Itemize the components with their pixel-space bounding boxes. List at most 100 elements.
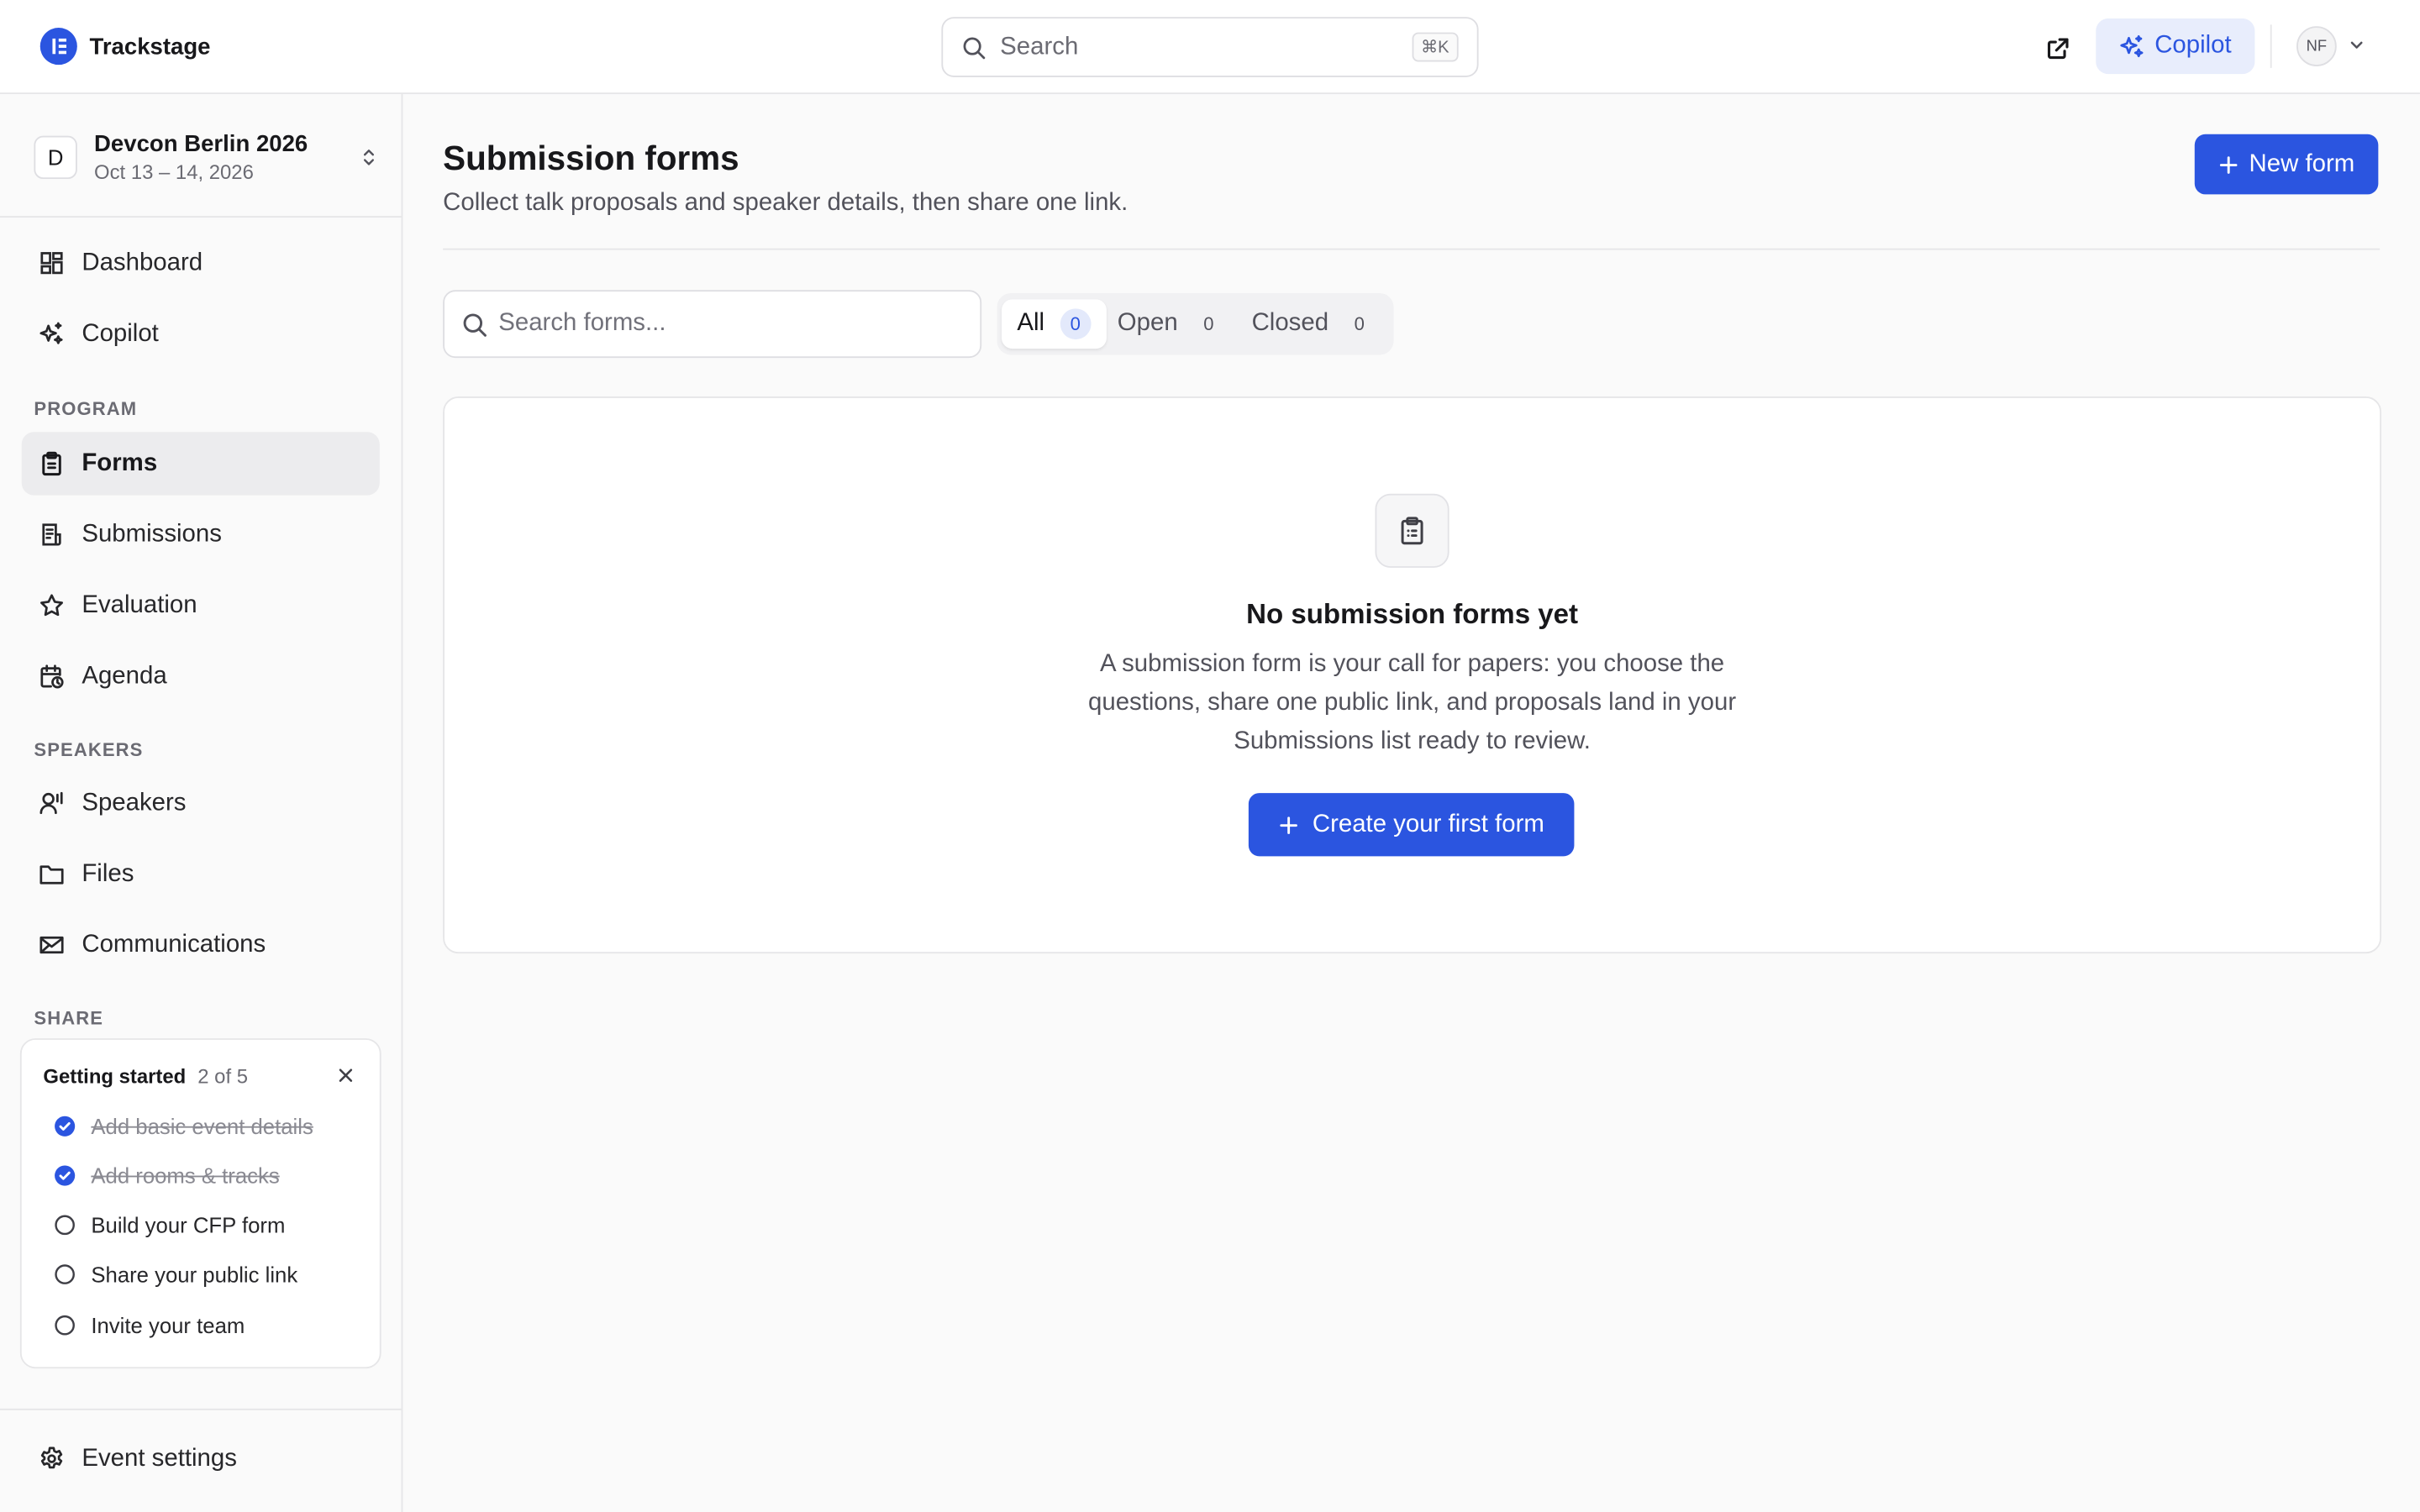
sidebar-item-label: Evaluation [82, 591, 197, 618]
sidebar-item-label: Forms [82, 449, 158, 476]
tab-label: Open [1117, 310, 1178, 337]
sidebar-item-agenda[interactable]: Agenda [22, 645, 380, 708]
empty-state-title: No submission forms yet [1246, 598, 1579, 630]
plus-icon [2220, 155, 2238, 173]
mail-send-icon [39, 936, 64, 954]
new-form-button[interactable]: New form [2194, 134, 2379, 195]
forms-search-input[interactable] [498, 310, 946, 339]
brand[interactable]: Trackstage [39, 28, 211, 66]
global-search-placeholder: Search [1000, 33, 1079, 60]
section-label-share: SHARE [34, 1007, 104, 1030]
empty-circle-icon [55, 1315, 75, 1336]
empty-circle-icon [55, 1215, 75, 1236]
check-circle-icon [55, 1116, 76, 1137]
empty-circle-icon [55, 1264, 75, 1284]
checklist-item[interactable]: Add rooms & tracks [54, 1163, 280, 1189]
sidebar-item-evaluation[interactable]: Evaluation [22, 574, 380, 637]
checklist-item-label: Share your public link [91, 1262, 298, 1287]
getting-started-card: Getting started 2 of 5 Add basic event d… [19, 1038, 381, 1369]
star-icon [40, 594, 63, 617]
clipboard-icon [1401, 517, 1423, 545]
sidebar-item-copilot[interactable]: Copilot [22, 302, 380, 365]
section-label-program: PROGRAM [34, 397, 138, 420]
sidebar-item-event-settings[interactable]: Event settings [22, 1427, 380, 1490]
chevron-up-down-icon [363, 150, 374, 165]
plus-icon [1281, 816, 1298, 834]
checklist-item[interactable]: Invite your team [54, 1313, 245, 1337]
page-subtitle: Collect talk proposals and speaker detai… [443, 189, 1128, 217]
getting-started-title: Getting started [43, 1064, 187, 1088]
sidebar-item-forms[interactable]: Forms [21, 432, 380, 496]
tab-count-badge: 0 [1060, 308, 1092, 340]
event-badge: D [34, 135, 77, 180]
tab-label: All [1017, 310, 1045, 337]
getting-started-progress: 2 of 5 [197, 1064, 249, 1088]
sidebar-item-speakers[interactable]: Speakers [22, 771, 380, 834]
clipboard-icon [42, 451, 61, 476]
check-circle-icon [55, 1165, 76, 1186]
section-label-speakers: SPEAKERS [34, 738, 144, 761]
user-voice-icon [39, 791, 63, 815]
top-bar: Trackstage Search ⌘K Copilot NF [0, 0, 2420, 95]
new-form-button-label: New form [2249, 150, 2355, 177]
open-public-page-button[interactable] [2037, 28, 2077, 68]
getting-started-header: Getting started 2 of 5 [43, 1064, 248, 1088]
checklist-item[interactable]: Add basic event details [54, 1114, 313, 1138]
search-shortcut-badge: ⌘K [1411, 32, 1459, 62]
sparkles-icon [2120, 34, 2144, 57]
event-info: Devcon Berlin 2026 Oct 13 – 14, 2026 [94, 131, 358, 183]
sidebar-item-label: Event settings [82, 1445, 237, 1472]
topbar-divider [2270, 24, 2272, 68]
sidebar-item-label: Dashboard [82, 249, 203, 276]
checklist-item-label: Add rooms & tracks [91, 1163, 280, 1189]
tab-all[interactable]: All 0 [1002, 299, 1107, 349]
sidebar-footer-divider [0, 1408, 402, 1410]
search-icon [963, 36, 986, 59]
empty-state-icon [1375, 493, 1449, 568]
header-divider [443, 248, 2381, 250]
checklist-item[interactable]: Build your CFP form [54, 1213, 285, 1237]
tab-count-badge: 0 [1203, 312, 1214, 335]
sparkles-icon [39, 322, 63, 344]
close-icon[interactable] [335, 1064, 357, 1086]
sidebar-item-label: Agenda [82, 662, 167, 690]
search-icon [463, 312, 487, 336]
sidebar-item-communications[interactable]: Communications [22, 913, 380, 976]
brand-name: Trackstage [89, 33, 211, 60]
tab-count-badge: 0 [1354, 312, 1365, 335]
tab-closed[interactable]: Closed 0 [1236, 299, 1390, 349]
tab-open[interactable]: Open 0 [1102, 299, 1239, 349]
checklist-item-label: Add basic event details [91, 1114, 313, 1139]
checklist-item-label: Build your CFP form [91, 1212, 286, 1238]
event-name: Devcon Berlin 2026 [94, 131, 308, 158]
copilot-button-label: Copilot [2154, 32, 2232, 59]
chevron-down-icon[interactable] [2346, 34, 2368, 55]
sidebar-item-label: Communications [82, 931, 266, 958]
external-link-icon [2047, 37, 2068, 59]
sidebar-item-label: Copilot [82, 320, 159, 347]
global-search[interactable]: Search ⌘K [941, 17, 1479, 77]
page-title: Submission forms [443, 139, 739, 178]
empty-state: No submission forms yet A submission for… [443, 396, 2382, 954]
forms-search[interactable] [443, 290, 982, 359]
sidebar: D Devcon Berlin 2026 Oct 13 – 14, 2026 D… [0, 94, 403, 1512]
create-first-form-button[interactable]: Create your first form [1248, 793, 1575, 857]
empty-state-description: A submission form is your call for paper… [1088, 651, 1737, 755]
sidebar-item-label: Submissions [82, 520, 222, 548]
sidebar-item-files[interactable]: Files [22, 843, 380, 906]
brand-logo-icon [39, 28, 77, 66]
event-switcher[interactable]: D Devcon Berlin 2026 Oct 13 – 14, 2026 [34, 128, 379, 186]
tab-label: Closed [1251, 310, 1329, 337]
sidebar-item-label: Speakers [82, 789, 187, 816]
sidebar-item-dashboard[interactable]: Dashboard [22, 232, 380, 295]
main-content: Submission forms Collect talk proposals … [402, 94, 2420, 1512]
gear-icon [40, 1446, 63, 1469]
copilot-button[interactable]: Copilot [2096, 18, 2255, 75]
checklist-item[interactable]: Share your public link [54, 1262, 298, 1287]
status-filter-tabs: All 0 Open 0 Closed 0 [997, 292, 1394, 355]
event-dates: Oct 13 – 14, 2026 [94, 160, 254, 184]
sidebar-item-submissions[interactable]: Submissions [22, 503, 380, 566]
app-root: Trackstage Search ⌘K Copilot NF D Devcon… [0, 0, 2420, 1512]
folder-icon [39, 865, 64, 885]
user-avatar[interactable]: NF [2296, 26, 2337, 66]
